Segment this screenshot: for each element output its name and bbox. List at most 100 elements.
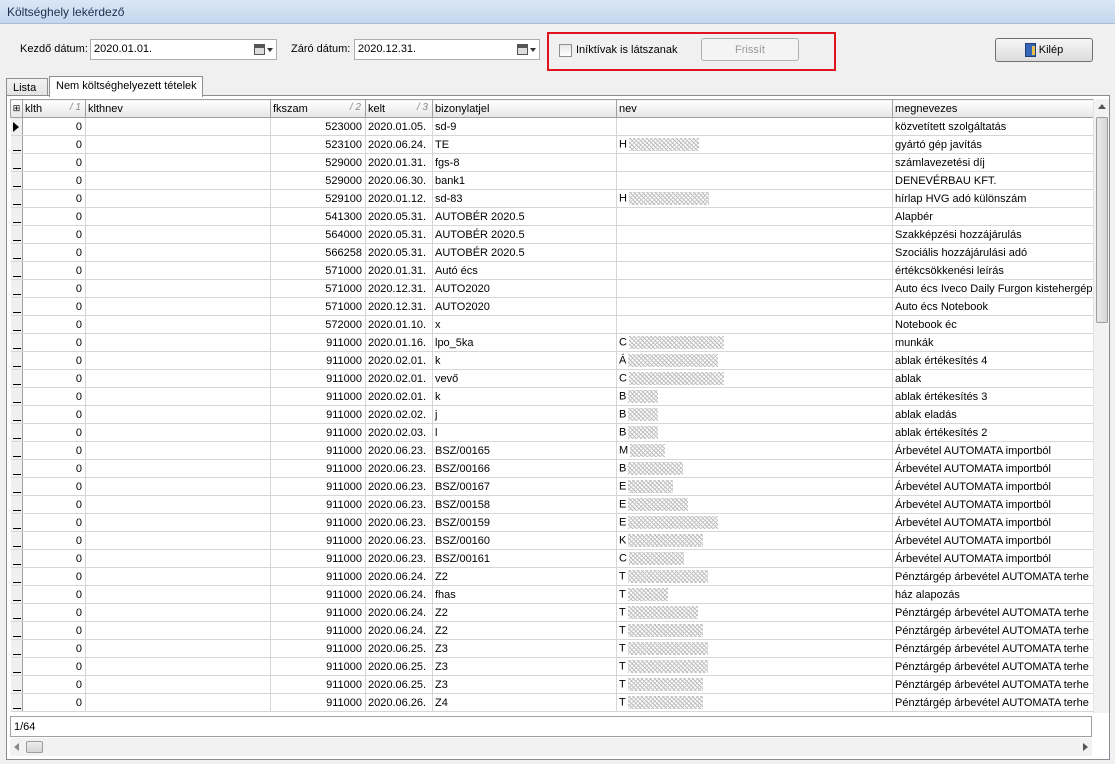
exit-button[interactable]: Kilép <box>995 38 1093 62</box>
redacted-name-area <box>628 426 659 439</box>
row-indicator[interactable] <box>10 603 23 622</box>
row-indicator[interactable] <box>10 387 23 406</box>
cell-megnevezes: hírlap HVG adó különszám <box>892 189 1093 208</box>
column-header-fkszam[interactable]: fkszam/ 2 <box>270 99 366 118</box>
row-indicator[interactable] <box>10 261 23 280</box>
cell-megnevezes: Pénztárgép árbevétel AUTOMATA terhe <box>892 621 1093 640</box>
row-indicator[interactable] <box>10 693 23 712</box>
table-row[interactable]: 0 566258 2020.05.31. AUTOBÉR 2020.5 Szociáli… <box>10 243 1093 262</box>
row-indicator[interactable] <box>10 333 23 352</box>
table-row[interactable]: 0 911000 2020.06.24. fhas Tház alapozás <box>10 585 1093 604</box>
table-row[interactable]: 0 911000 2020.02.01. k Bablak értékesítés 3 <box>10 387 1093 406</box>
table-row[interactable]: 0 572000 2020.01.10. x Notebook éc <box>10 315 1093 334</box>
column-header-klthnev[interactable]: klthnev <box>85 99 271 118</box>
table-row[interactable]: 0 571000 2020.12.31. AUTO2020 Auto écs Iveco… <box>10 279 1093 298</box>
table-row[interactable]: 0 911000 2020.06.24. Z2 T Pénztárgép árbevéte… <box>10 567 1093 586</box>
table-row[interactable]: 0 571000 2020.12.31. AUTO2020 Auto écs Noteb… <box>10 297 1093 316</box>
row-indicator[interactable] <box>10 189 23 208</box>
row-indicator[interactable] <box>10 585 23 604</box>
cell-bizonylatjel: AUTOBÉR 2020.5 <box>432 207 617 226</box>
horizontal-scrollbar[interactable] <box>10 738 1092 756</box>
row-indicator[interactable] <box>10 297 23 316</box>
calendar-dropdown-icon[interactable] <box>515 42 537 57</box>
table-row[interactable]: 0 523000 2020.01.05. sd-9 közvetített szolgá… <box>10 117 1093 136</box>
row-indicator[interactable] <box>10 351 23 370</box>
table-row[interactable]: 0 529000 2020.01.31. fgs-8 számlavezetési dí… <box>10 153 1093 172</box>
row-indicator[interactable] <box>10 549 23 568</box>
tab-lista[interactable]: Lista <box>6 78 48 96</box>
horizontal-scroll-thumb[interactable] <box>26 741 43 753</box>
table-row[interactable]: 0 911000 2020.06.26. Z4 T Pénztárgép árbevéte… <box>10 693 1093 712</box>
row-indicator[interactable] <box>10 675 23 694</box>
table-row[interactable]: 0 529000 2020.06.30. bank1 DENEVÉRBAU KFT. <box>10 171 1093 190</box>
table-row[interactable]: 0 911000 2020.02.02. j Bablak eladás <box>10 405 1093 424</box>
row-indicator[interactable] <box>10 657 23 676</box>
table-row[interactable]: 0 571000 2020.01.31. Autó écs értékcsökkenés… <box>10 261 1093 280</box>
row-indicator[interactable] <box>10 567 23 586</box>
row-indicator[interactable] <box>10 171 23 190</box>
row-indicator[interactable] <box>10 495 23 514</box>
table-row[interactable]: 0 529100 2020.01.12. sd-83 Hhírlap HVG adó k… <box>10 189 1093 208</box>
table-row[interactable]: 0 564000 2020.05.31. AUTOBÉR 2020.5 Szakképz… <box>10 225 1093 244</box>
table-row[interactable]: 0 911000 2020.02.01. k Áablak értékesítés 4 <box>10 351 1093 370</box>
row-indicator[interactable] <box>10 441 23 460</box>
data-grid[interactable]: ⊞ klth/ 1 klthnev fkszam/ 2 kelt/ 3 bizo… <box>10 99 1093 713</box>
row-indicator[interactable] <box>10 423 23 442</box>
row-indicator[interactable] <box>10 513 23 532</box>
table-row[interactable]: 0 911000 2020.06.25. Z3 T Pénztárgép árbevéte… <box>10 639 1093 658</box>
table-row[interactable]: 0 911000 2020.06.23. BSZ/00158 E Árbevétel AU… <box>10 495 1093 514</box>
table-row[interactable]: 0 911000 2020.06.24. Z2 T Pénztárgép árbevéte… <box>10 621 1093 640</box>
table-row[interactable]: 0 911000 2020.06.23. BSZ/00161 C Árbevétel AU… <box>10 549 1093 568</box>
table-row[interactable]: 0 911000 2020.02.03. l Bablak értékesítés 2 <box>10 423 1093 442</box>
row-indicator[interactable] <box>10 207 23 226</box>
table-row[interactable]: 0 911000 2020.06.23. BSZ/00160 K Árbevétel AU… <box>10 531 1093 550</box>
row-indicator[interactable] <box>10 477 23 496</box>
scroll-left-icon[interactable] <box>14 743 19 751</box>
row-indicator[interactable] <box>10 405 23 424</box>
row-indicator[interactable] <box>10 153 23 172</box>
row-pointer-icon[interactable] <box>10 117 23 136</box>
table-row[interactable]: 0 911000 2020.06.24. Z2 T Pénztárgép árbevéte… <box>10 603 1093 622</box>
tab-nem-koltseghelyezett[interactable]: Nem költséghelyezett tételek <box>49 76 203 97</box>
table-row[interactable]: 0 911000 2020.06.25. Z3 T Pénztárgép árbevéte… <box>10 657 1093 676</box>
column-header-bizonylatjel[interactable]: bizonylatjel <box>432 99 617 118</box>
row-indicator[interactable] <box>10 459 23 478</box>
table-row[interactable]: 0 911000 2020.02.01. vevő Cablak <box>10 369 1093 388</box>
grid-options-icon[interactable]: ⊞ <box>10 99 23 118</box>
row-indicator[interactable] <box>10 369 23 388</box>
start-date-field[interactable]: 2020.01.01. <box>90 39 277 60</box>
row-indicator[interactable] <box>10 639 23 658</box>
vertical-scrollbar[interactable] <box>1093 99 1109 713</box>
end-date-field[interactable]: 2020.12.31. <box>354 39 540 60</box>
row-indicator[interactable] <box>10 621 23 640</box>
row-indicator[interactable] <box>10 531 23 550</box>
column-header-klth[interactable]: klth/ 1 <box>22 99 86 118</box>
column-header-nev[interactable]: nev <box>616 99 893 118</box>
row-indicator[interactable] <box>10 135 23 154</box>
cell-klth: 0 <box>22 585 86 604</box>
scroll-right-icon[interactable] <box>1083 743 1088 751</box>
column-header-megnevezes[interactable]: megnevezes <box>892 99 1093 118</box>
cell-nev: H <box>616 189 893 208</box>
row-indicator[interactable] <box>10 315 23 334</box>
refresh-button[interactable]: Frissít <box>701 38 799 61</box>
table-row[interactable]: 0 911000 2020.06.23. BSZ/00165 M Árbevétel AU… <box>10 441 1093 460</box>
table-row[interactable]: 0 911000 2020.01.16. lpo_5ka Cmunkák <box>10 333 1093 352</box>
table-row[interactable]: 0 911000 2020.06.23. BSZ/00166 B Árbevétel AU… <box>10 459 1093 478</box>
inactive-checkbox[interactable] <box>559 44 572 57</box>
table-row[interactable]: 0 523100 2020.06.24. TE Hgyártó gép javítás <box>10 135 1093 154</box>
table-row[interactable]: 0 911000 2020.06.25. Z3 T Pénztárgép árbevéte… <box>10 675 1093 694</box>
row-indicator[interactable] <box>10 225 23 244</box>
row-indicator[interactable] <box>10 243 23 262</box>
row-indicator[interactable] <box>10 279 23 298</box>
table-row[interactable]: 0 911000 2020.06.23. BSZ/00167 E Árbevétel AU… <box>10 477 1093 496</box>
cell-klth: 0 <box>22 279 86 298</box>
cell-nev <box>616 261 893 280</box>
calendar-dropdown-icon[interactable] <box>252 42 274 57</box>
table-row[interactable]: 0 911000 2020.06.23. BSZ/00159 E Árbevétel AU… <box>10 513 1093 532</box>
cell-nev: C <box>616 333 893 352</box>
table-row[interactable]: 0 541300 2020.05.31. AUTOBÉR 2020.5 Alapbér <box>10 207 1093 226</box>
column-header-kelt[interactable]: kelt/ 3 <box>365 99 433 118</box>
vertical-scroll-thumb[interactable] <box>1096 117 1108 323</box>
scroll-up-icon[interactable] <box>1098 104 1106 109</box>
